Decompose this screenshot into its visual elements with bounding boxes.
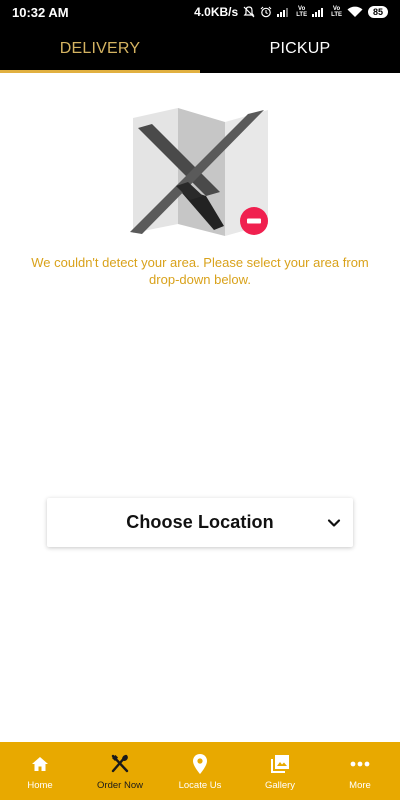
nav-order-now[interactable]: Order Now: [80, 742, 160, 800]
nav-home[interactable]: Home: [0, 742, 80, 800]
map-error-illustration: [130, 108, 268, 236]
nav-gallery-label: Gallery: [264, 780, 296, 791]
tab-pickup-label: PICKUP: [269, 39, 331, 57]
tab-active-indicator: [0, 70, 200, 73]
alarm-icon: [260, 6, 272, 18]
signal-icon: [312, 8, 324, 17]
status-bar: 10:32 AM 4.0KB/s Vo LTE Vo LTE 85: [0, 0, 400, 24]
error-badge-icon: [240, 207, 268, 235]
network-speed: 4.0KB/s: [194, 5, 239, 19]
chevron-down-icon: [327, 519, 341, 527]
choose-location-label: Choose Location: [126, 512, 274, 532]
bottom-navigation: Home Order Now Locate Us Gallery More: [0, 742, 400, 800]
nav-more[interactable]: More: [320, 742, 400, 800]
tab-delivery-label: DELIVERY: [59, 39, 141, 57]
utensils-icon: [110, 754, 130, 774]
gallery-icon: [270, 754, 290, 774]
tab-delivery[interactable]: DELIVERY: [0, 24, 200, 73]
nav-more-label: More: [349, 780, 371, 791]
nav-locate-us-label: Locate Us: [178, 780, 222, 791]
wifi-icon: [347, 6, 363, 17]
volte-icon: Vo LTE: [331, 6, 342, 18]
volte-icon: Vo LTE: [296, 6, 307, 18]
signal-icon: [277, 8, 289, 17]
notifications-off-icon: [243, 6, 255, 18]
delivery-pickup-tabs: DELIVERY PICKUP: [0, 24, 400, 73]
nav-locate-us[interactable]: Locate Us: [160, 742, 240, 800]
tab-pickup[interactable]: PICKUP: [200, 24, 400, 73]
choose-location-dropdown[interactable]: Choose Location: [47, 498, 353, 547]
nav-gallery[interactable]: Gallery: [240, 742, 320, 800]
area-detection-message: We couldn't detect your area. Please sel…: [31, 255, 369, 287]
home-icon: [30, 754, 50, 774]
battery-icon: 85: [367, 6, 388, 18]
status-icons: 4.0KB/s Vo LTE Vo LTE 85: [194, 4, 388, 20]
location-pin-icon: [190, 754, 210, 774]
more-icon: [350, 754, 370, 774]
status-time: 10:32 AM: [12, 5, 69, 20]
nav-order-now-label: Order Now: [97, 780, 143, 791]
nav-home-label: Home: [27, 780, 53, 791]
volte-bottom-label: LTE: [296, 12, 308, 18]
volte-bottom-label: LTE: [331, 12, 342, 18]
